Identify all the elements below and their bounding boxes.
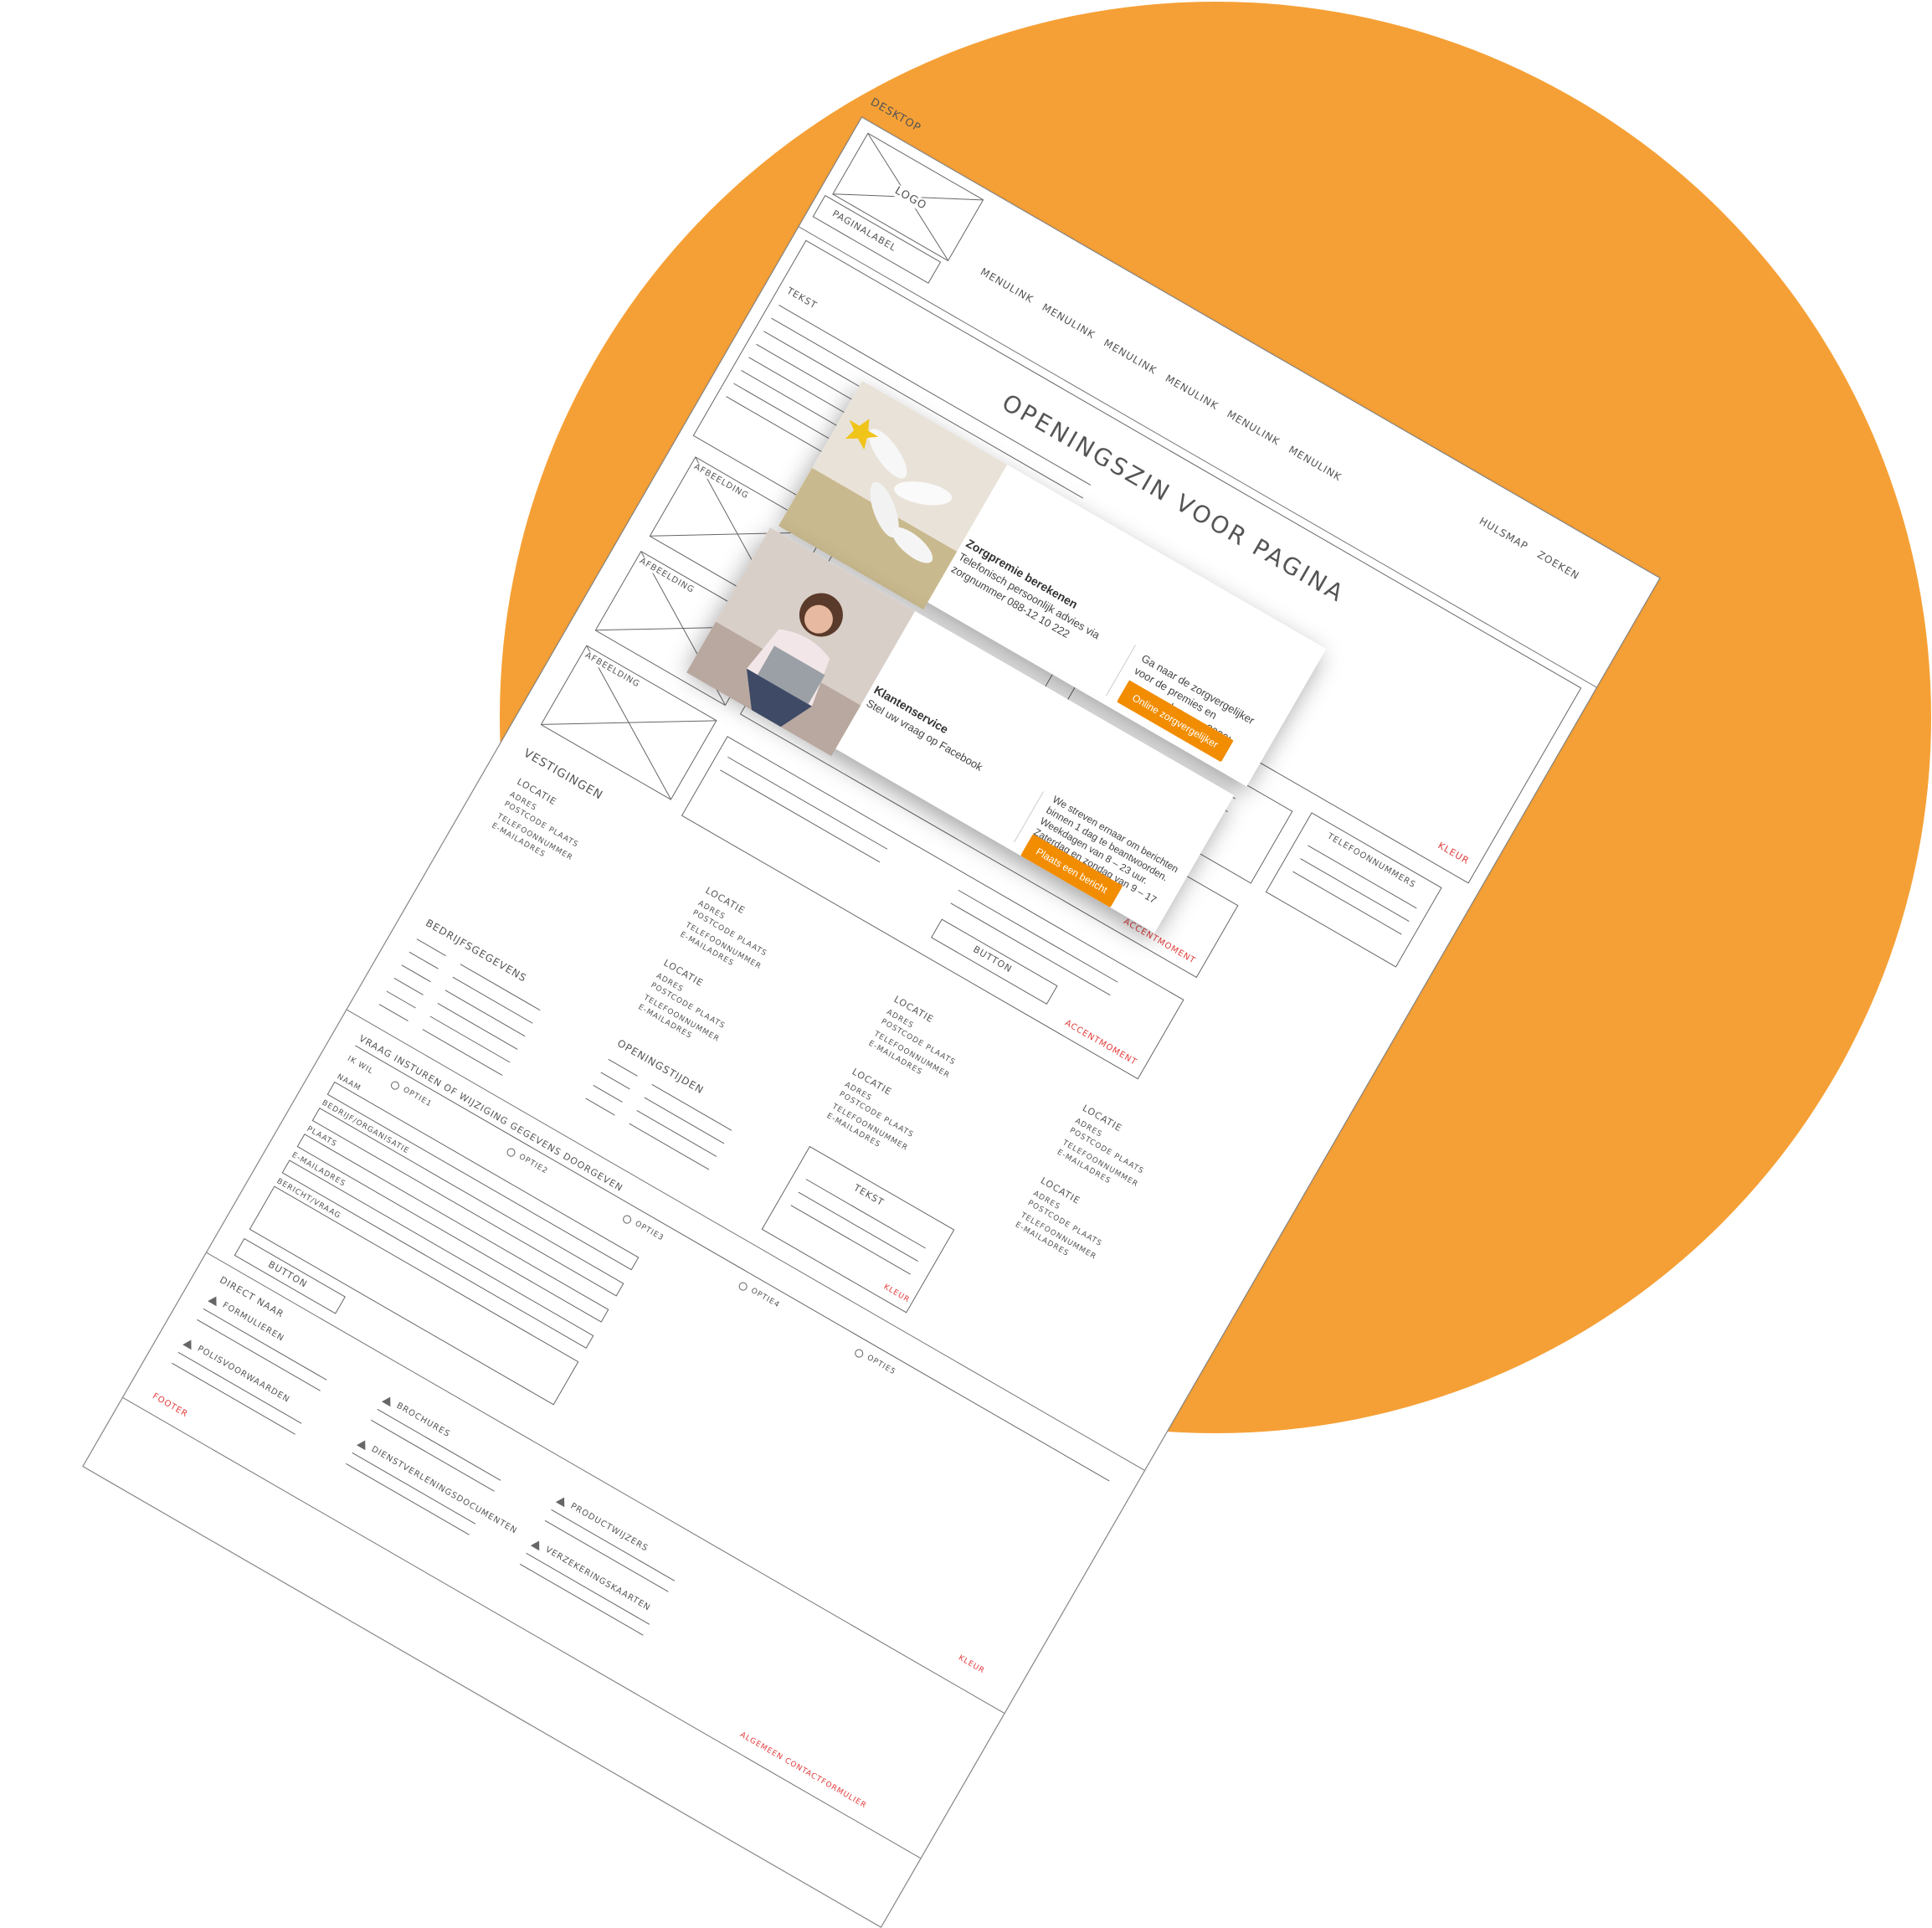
triangle-icon xyxy=(208,1293,221,1307)
util-link-hulsmap[interactable]: HULSMAP xyxy=(1477,515,1530,553)
triangle-icon xyxy=(357,1437,370,1451)
form-color-label: KLEUR xyxy=(957,1653,986,1676)
option-4-radio[interactable] xyxy=(737,1280,749,1293)
text-box: TEKST KLEUR xyxy=(761,1145,955,1314)
menu-link-6[interactable]: MENULINK xyxy=(1287,444,1344,484)
menu-link-2[interactable]: MENULINK xyxy=(1040,301,1097,342)
form-submit-label: BUTTON xyxy=(266,1258,310,1290)
text-box-label: TEKST xyxy=(851,1182,886,1209)
option-2-radio[interactable] xyxy=(505,1146,517,1159)
hero-color-label: KLEUR xyxy=(1436,840,1472,867)
wire-button-2-label: BUTTON xyxy=(971,943,1015,975)
triangle-icon xyxy=(555,1494,569,1508)
option-5-label: OPTIE5 xyxy=(865,1353,897,1377)
option-2-label: OPTIE2 xyxy=(517,1152,550,1176)
option-3-label: OPTIE3 xyxy=(633,1219,665,1243)
menu-link-1[interactable]: MENULINK xyxy=(979,265,1035,306)
accent-label-2: ACCENTMOMENT xyxy=(1063,1018,1139,1068)
direct-divider xyxy=(206,1252,1005,1714)
triangle-icon xyxy=(530,1538,544,1551)
menu-link-3[interactable]: MENULINK xyxy=(1102,337,1159,377)
menu-link-4[interactable]: MENULINK xyxy=(1164,373,1220,413)
util-link-zoeken[interactable]: ZOEKEN xyxy=(1535,548,1581,582)
direct-item-brochures[interactable]: BROCHURES xyxy=(395,1401,452,1440)
option-1-label: OPTIE1 xyxy=(401,1085,434,1109)
option-5-radio[interactable] xyxy=(853,1347,866,1360)
footer-divider xyxy=(122,1397,921,1859)
text-box-color-label: KLEUR xyxy=(881,1283,912,1305)
menu-link-5[interactable]: MENULINK xyxy=(1225,408,1282,448)
form-label-ik-wil: IK WIL xyxy=(346,1054,375,1077)
option-4-label: OPTIE4 xyxy=(749,1286,782,1310)
wire-button-2[interactable]: BUTTON xyxy=(931,918,1058,1005)
footer-label: FOOTER xyxy=(151,1391,190,1420)
triangle-icon xyxy=(182,1337,196,1350)
direct-item-polisvoorwaarden[interactable]: POLISVOORWAARDEN xyxy=(196,1344,291,1405)
triangle-icon xyxy=(382,1394,395,1407)
footer-contact-label[interactable]: ALGEMEEN CONTACTFORMULIER xyxy=(738,1730,868,1810)
option-1-radio[interactable] xyxy=(389,1079,401,1092)
direct-item-verzekeringskaarten[interactable]: VERZEKERINGSKAARTEN xyxy=(543,1545,651,1613)
hero-text-label: TEKST xyxy=(784,285,820,311)
option-3-radio[interactable] xyxy=(621,1213,633,1226)
